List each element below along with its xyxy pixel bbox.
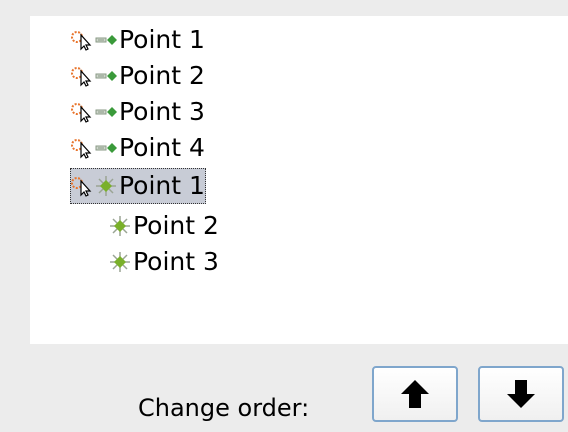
multi-select-cursor-icon <box>70 28 94 52</box>
multi-select-cursor-icon <box>70 174 94 198</box>
item-label: Point 4 <box>119 133 205 162</box>
star-node-icon <box>108 250 132 274</box>
move-up-button[interactable] <box>372 366 458 422</box>
multi-select-cursor-icon <box>70 136 94 160</box>
star-node-icon <box>94 174 118 198</box>
list-item-selected[interactable]: Point 1 <box>70 168 206 204</box>
item-label: Point 3 <box>133 247 219 276</box>
multi-select-cursor-icon <box>70 100 94 124</box>
item-label: Point 2 <box>119 61 205 90</box>
waypoint-icon <box>94 28 118 52</box>
multi-select-cursor-icon <box>70 64 94 88</box>
change-order-label: Change order: <box>138 394 310 422</box>
list-item[interactable]: Point 4 <box>70 130 206 166</box>
item-label: Point 3 <box>119 97 205 126</box>
arrow-up-icon <box>401 380 429 408</box>
waypoint-icon <box>94 64 118 88</box>
list-item[interactable]: Point 3 <box>70 94 206 130</box>
waypoint-icon <box>94 136 118 160</box>
list-item[interactable]: Point 3 <box>108 244 220 280</box>
list-item[interactable]: Point 2 <box>70 58 206 94</box>
arrow-down-icon <box>507 380 535 408</box>
waypoint-icon <box>94 100 118 124</box>
move-down-button[interactable] <box>478 366 564 422</box>
item-label: Point 1 <box>119 171 205 200</box>
list-item[interactable]: Point 1 <box>70 22 206 58</box>
list-item[interactable]: Point 2 <box>108 208 220 244</box>
item-label: Point 1 <box>119 25 205 54</box>
star-node-icon <box>108 214 132 238</box>
item-label: Point 2 <box>133 211 219 240</box>
